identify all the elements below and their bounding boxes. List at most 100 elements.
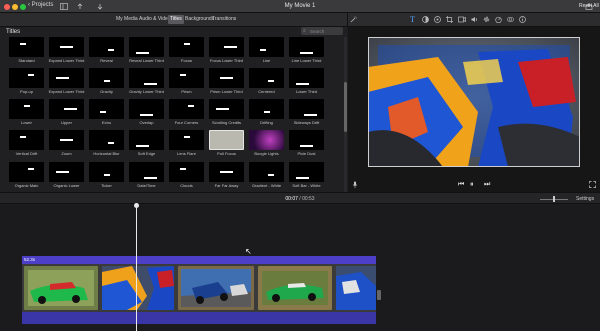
title-label: Standard bbox=[18, 58, 35, 63]
pause-icon[interactable]: ⏸ bbox=[470, 181, 474, 188]
title-thumbnail[interactable] bbox=[209, 99, 244, 119]
title-sample-text bbox=[19, 43, 26, 45]
info-icon[interactable] bbox=[519, 16, 526, 23]
title-label: Expand Lower Third bbox=[48, 58, 85, 63]
title-thumbnail[interactable] bbox=[289, 37, 324, 57]
color-balance-icon[interactable] bbox=[422, 16, 429, 23]
title-thumbnail[interactable] bbox=[249, 162, 284, 182]
title-thumbnail[interactable] bbox=[209, 130, 244, 150]
title-label: Overlap bbox=[139, 120, 154, 125]
playhead-knob[interactable] bbox=[134, 203, 139, 208]
title-thumbnail[interactable] bbox=[289, 162, 324, 182]
title-thumbnail[interactable] bbox=[249, 37, 284, 57]
color-correction-icon[interactable] bbox=[434, 16, 441, 23]
fullscreen-icon[interactable] bbox=[589, 181, 596, 188]
skip-back-icon[interactable]: ⏮ bbox=[458, 181, 464, 188]
title-label: Gradient - White bbox=[251, 183, 282, 188]
title-thumbnail[interactable] bbox=[209, 37, 244, 57]
title-sample-text bbox=[99, 111, 106, 113]
microphone-icon[interactable] bbox=[352, 181, 358, 188]
title-thumbnail[interactable] bbox=[49, 130, 84, 150]
title-thumbnail[interactable] bbox=[9, 130, 44, 150]
title-thumbnail[interactable] bbox=[169, 37, 204, 57]
title-thumbnail[interactable] bbox=[49, 37, 84, 57]
title-sample-text bbox=[224, 46, 237, 48]
speed-icon[interactable] bbox=[495, 16, 502, 23]
title-thumbnail[interactable] bbox=[89, 162, 124, 182]
skip-forward-icon[interactable]: ⏭ bbox=[484, 181, 490, 188]
title-label: Focus Lower Third bbox=[209, 58, 244, 63]
title-thumbnail[interactable] bbox=[89, 37, 124, 57]
reset-all-button[interactable]: Reset All bbox=[579, 3, 599, 9]
clip-audio-bar[interactable] bbox=[22, 312, 376, 324]
title-thumbnail[interactable] bbox=[129, 37, 164, 57]
crop-icon[interactable] bbox=[446, 16, 453, 23]
stabilization-icon[interactable] bbox=[458, 16, 466, 23]
zoom-slider-knob[interactable] bbox=[553, 196, 555, 202]
title-thumbnail[interactable] bbox=[289, 68, 324, 88]
title-thumbnail[interactable] bbox=[129, 162, 164, 182]
playhead[interactable] bbox=[136, 204, 137, 331]
title-thumbnail[interactable] bbox=[249, 99, 284, 119]
tab-titles[interactable]: Titles bbox=[168, 15, 184, 24]
title-sample-text bbox=[220, 77, 233, 79]
title-thumbnail[interactable] bbox=[169, 162, 204, 182]
title-thumbnail[interactable] bbox=[89, 99, 124, 119]
title-sample-text bbox=[259, 49, 266, 51]
title-label: Line bbox=[262, 58, 271, 63]
title-sample-text bbox=[136, 52, 149, 54]
clip-thumbnail bbox=[102, 266, 174, 310]
video-filter-icon[interactable] bbox=[507, 16, 514, 23]
tab-my-media[interactable]: My Media bbox=[114, 15, 140, 24]
title-label: Organic Lower bbox=[53, 183, 80, 188]
search-placeholder: Search bbox=[310, 28, 325, 34]
title-label: Gravity bbox=[100, 89, 113, 94]
magic-wand-icon[interactable] bbox=[350, 16, 357, 23]
title-thumbnail[interactable] bbox=[209, 162, 244, 182]
clip-title-bar[interactable] bbox=[22, 256, 376, 264]
title-sample-text bbox=[103, 174, 110, 176]
tab-transitions[interactable]: Transitions bbox=[210, 15, 238, 24]
title-sample-text bbox=[183, 43, 190, 45]
title-thumbnail[interactable] bbox=[209, 68, 244, 88]
title-label: Scrolling Credits bbox=[211, 120, 242, 125]
title-label: Horizontal Blur bbox=[93, 151, 120, 156]
title-sample-text bbox=[56, 171, 69, 173]
clip-trim-handle[interactable] bbox=[377, 290, 381, 300]
timecode-display: 00:07 / 00:53 bbox=[0, 196, 600, 202]
title-thumbnail[interactable] bbox=[9, 162, 44, 182]
scrollbar-thumb[interactable] bbox=[344, 82, 347, 132]
title-thumbnail[interactable] bbox=[49, 162, 84, 182]
title-sample-text bbox=[136, 145, 149, 147]
title-thumbnail[interactable] bbox=[249, 130, 284, 150]
title-sample-text bbox=[144, 177, 157, 179]
mouse-cursor-icon: ↖ bbox=[245, 247, 252, 256]
title-thumbnail[interactable] bbox=[129, 99, 164, 119]
title-thumbnail[interactable] bbox=[49, 99, 84, 119]
title-thumbnail[interactable] bbox=[289, 99, 324, 119]
clip-thumbnail bbox=[336, 266, 376, 310]
search-icon: ⌕ bbox=[303, 28, 306, 34]
title-thumbnail[interactable] bbox=[9, 99, 44, 119]
volume-icon[interactable] bbox=[471, 16, 478, 23]
title-thumbnail[interactable] bbox=[9, 68, 44, 88]
title-thumbnail[interactable] bbox=[289, 130, 324, 150]
noise-reduction-icon[interactable] bbox=[483, 16, 490, 23]
title-sample-text bbox=[304, 114, 317, 116]
title-label: Upper bbox=[61, 120, 72, 125]
title-label: Lower bbox=[21, 120, 32, 125]
title-thumbnail[interactable] bbox=[49, 68, 84, 88]
title-thumbnail[interactable] bbox=[9, 37, 44, 57]
title-thumbnail[interactable] bbox=[129, 130, 164, 150]
titles-adjust-icon[interactable]: T bbox=[409, 16, 416, 24]
title-sample-text bbox=[56, 77, 69, 79]
title-thumbnail[interactable] bbox=[169, 99, 204, 119]
title-thumbnail[interactable] bbox=[129, 68, 164, 88]
settings-button[interactable]: Settings bbox=[576, 196, 594, 202]
title-thumbnail[interactable] bbox=[169, 130, 204, 150]
title-thumbnail[interactable] bbox=[89, 68, 124, 88]
title-thumbnail[interactable] bbox=[89, 130, 124, 150]
title-thumbnail[interactable] bbox=[169, 68, 204, 88]
title-label: Reveal Lower Third bbox=[129, 58, 164, 63]
title-thumbnail[interactable] bbox=[249, 68, 284, 88]
